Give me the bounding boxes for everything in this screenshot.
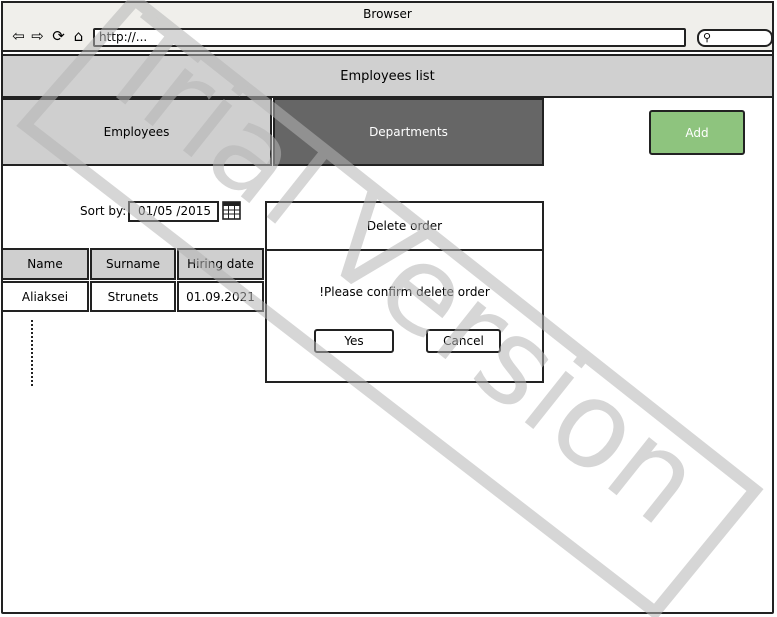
add-button[interactable]: Add (649, 110, 745, 155)
column-header-name[interactable]: Name (1, 248, 89, 280)
browser-search-input[interactable]: ⚲ (697, 29, 773, 47)
back-arrow-icon[interactable]: ⇦ (10, 28, 27, 45)
browser-chrome: Browser ⇦ ⇨ ⟳ ⌂ http://... ⚲ (1, 1, 774, 51)
table-cell-name[interactable]: Aliaksei (1, 281, 89, 312)
dialog-message: !Please confirm delete order (319, 285, 490, 299)
sort-date-input[interactable]: 01/05 /2015 (128, 201, 219, 222)
search-icon: ⚲ (703, 31, 712, 44)
calendar-icon[interactable] (222, 201, 241, 220)
home-icon[interactable]: ⌂ (70, 28, 87, 45)
column-header-surname[interactable]: Surname (90, 248, 176, 280)
browser-title: Browser (363, 7, 412, 21)
page-title: Employees list (1, 54, 774, 98)
table-cell-surname[interactable]: Strunets (90, 281, 176, 312)
forward-arrow-icon[interactable]: ⇨ (29, 28, 46, 45)
table-scrollbar[interactable] (31, 320, 33, 386)
tab-employees[interactable]: Employees (1, 98, 272, 166)
dialog-title: Delete order (267, 203, 542, 251)
yes-button[interactable]: Yes (314, 329, 394, 353)
sort-label: Sort by: (80, 204, 127, 218)
refresh-icon[interactable]: ⟳ (50, 28, 67, 45)
address-bar[interactable]: http://... (93, 28, 686, 47)
chrome-divider (1, 50, 774, 52)
tab-departments[interactable]: Departments (273, 98, 544, 166)
table-cell-hiring-date[interactable]: 01.09.2021 (177, 281, 264, 312)
column-header-hiring-date[interactable]: Hiring date (177, 248, 264, 280)
delete-order-dialog: Delete order !Please confirm delete orde… (265, 201, 544, 383)
cancel-button[interactable]: Cancel (426, 329, 501, 353)
